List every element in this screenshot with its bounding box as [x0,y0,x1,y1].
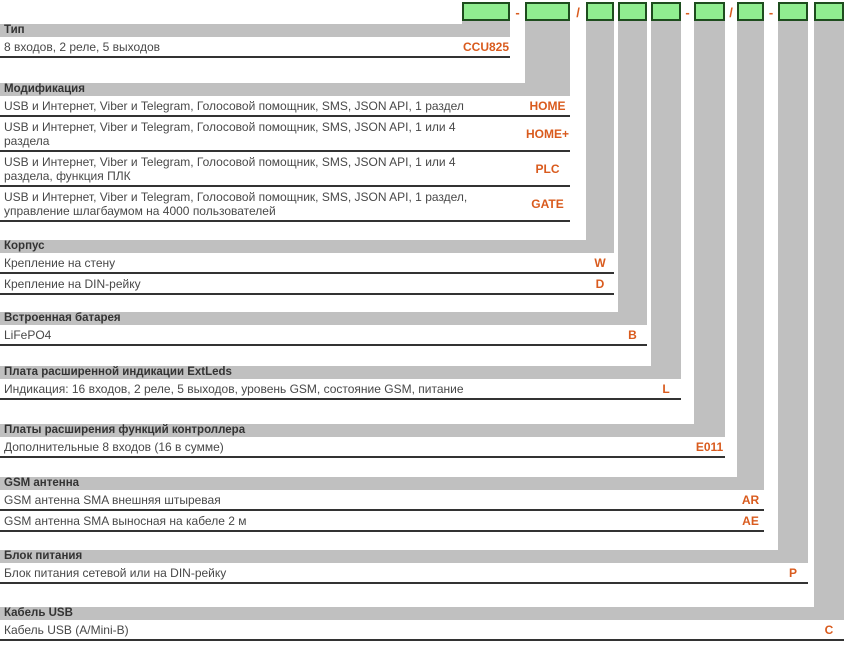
connector-bar-usb [814,21,844,609]
connector-bar-power [778,21,808,552]
connector-bar-expansion [694,21,725,426]
option-text: USB и Интернет, Viber и Telegram, Голосо… [0,120,492,148]
option-text: GSM антенна SMA выносная на кабеле 2 м [0,514,246,528]
section-extleds: Плата расширенной индикации ExtLeds Инди… [0,366,681,400]
option-row: Крепление на DIN-рейку D [0,274,614,295]
option-code: P [778,566,808,580]
option-row: USB и Интернет, Viber и Telegram, Голосо… [0,187,570,222]
section-usb-cable-title: Кабель USB [0,607,844,620]
code-segment-box-case [586,2,614,21]
connector-bar-antenna [737,21,764,479]
separator-slash: / [570,3,586,22]
section-case: Корпус Крепление на стену W Крепление на… [0,240,614,295]
option-text: GSM антенна SMA внешняя штыревая [0,493,221,507]
section-gsm-antenna-title: GSM антенна [0,477,764,490]
option-code: AE [737,514,764,528]
option-row: USB и Интернет, Viber и Telegram, Голосо… [0,96,570,117]
separator-dash: - [510,3,525,22]
code-segment-box-usb [814,2,844,21]
option-code: L [651,382,681,396]
code-segment-box-modification [525,2,570,21]
option-row: Крепление на стену W [0,253,614,274]
separator-slash: / [725,3,737,22]
code-segment-box-power [778,2,808,21]
option-text: Индикация: 16 входов, 2 реле, 5 выходов,… [0,382,464,396]
option-code: HOME [525,99,570,113]
option-code: GATE [525,197,570,211]
ordering-code-diagram: - / - / - Тип 8 входов, 2 реле, 5 выходо… [0,0,845,651]
option-text: Блок питания сетевой или на DIN-рейку [0,566,226,580]
separator-dash: - [681,3,694,22]
option-row: USB и Интернет, Viber и Telegram, Голосо… [0,152,570,187]
code-segment-box-antenna [737,2,764,21]
section-case-title: Корпус [0,240,614,253]
option-code: PLC [525,162,570,176]
section-usb-cable: Кабель USB Кабель USB (A/Mini-B) C [0,607,844,641]
option-row: Кабель USB (A/Mini-B) C [0,620,844,641]
option-text: 8 входов, 2 реле, 5 выходов [0,40,160,54]
option-text: USB и Интернет, Viber и Telegram, Голосо… [0,155,492,183]
section-battery: Встроенная батарея LiFePO4 B [0,312,647,346]
section-type-title: Тип [0,24,510,37]
option-row: Блок питания сетевой или на DIN-рейку P [0,563,808,584]
connector-bar-modification [525,21,570,85]
option-row: 8 входов, 2 реле, 5 выходов CCU825 [0,37,510,58]
option-code: E011 [694,440,725,454]
connector-bar-extleds [651,21,681,368]
option-text: Кабель USB (A/Mini-B) [0,623,129,637]
option-text: USB и Интернет, Viber и Telegram, Голосо… [0,190,492,218]
connector-bar-battery [618,21,647,314]
code-segment-box-battery [618,2,647,21]
option-code: B [618,328,647,342]
option-code: HOME+ [525,127,570,141]
option-row: Индикация: 16 входов, 2 реле, 5 выходов,… [0,379,681,400]
option-row: GSM антенна SMA выносная на кабеле 2 м A… [0,511,764,532]
section-battery-title: Встроенная батарея [0,312,647,325]
option-text: LiFePO4 [0,328,51,342]
section-modification-title: Модификация [0,83,570,96]
option-text: Крепление на стену [0,256,115,270]
connector-bar-case [586,21,614,242]
option-code: AR [737,493,764,507]
code-segment-box-extleds [651,2,681,21]
section-gsm-antenna: GSM антенна GSM антенна SMA внешняя штыр… [0,477,764,532]
option-row: LiFePO4 B [0,325,647,346]
section-power-supply: Блок питания Блок питания сетевой или на… [0,550,808,584]
option-code: CCU825 [462,40,510,54]
section-type: Тип 8 входов, 2 реле, 5 выходов CCU825 [0,24,510,58]
option-text: Крепление на DIN-рейку [0,277,141,291]
code-segment-box-type [462,2,510,21]
section-expansion: Платы расширения функций контроллера Доп… [0,424,725,458]
section-modification: Модификация USB и Интернет, Viber и Tele… [0,83,570,222]
option-code: D [586,277,614,291]
option-code: W [586,256,614,270]
section-power-supply-title: Блок питания [0,550,808,563]
option-code: C [814,623,844,637]
section-extleds-title: Плата расширенной индикации ExtLeds [0,366,681,379]
code-segment-box-expansion [694,2,725,21]
option-row: GSM антенна SMA внешняя штыревая AR [0,490,764,511]
section-expansion-title: Платы расширения функций контроллера [0,424,725,437]
option-text: Дополнительные 8 входов (16 в сумме) [0,440,224,454]
option-row: Дополнительные 8 входов (16 в сумме) E01… [0,437,725,458]
option-text: USB и Интернет, Viber и Telegram, Голосо… [0,99,464,113]
separator-dash: - [764,3,778,22]
option-row: USB и Интернет, Viber и Telegram, Голосо… [0,117,570,152]
